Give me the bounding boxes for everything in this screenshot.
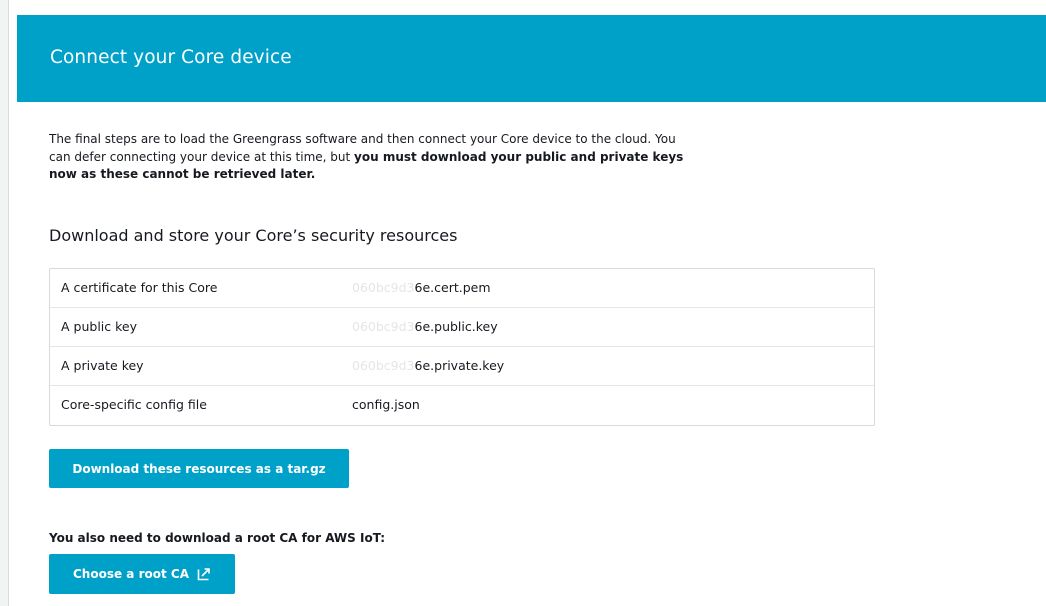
choose-root-ca-label: Choose a root CA bbox=[73, 567, 189, 581]
filename-suffix: 6e.cert.pem bbox=[414, 280, 491, 295]
filename-prefix: 060bc9d3 bbox=[352, 280, 415, 295]
resource-filename: 060bc9d36e.private.key bbox=[352, 358, 504, 373]
download-tar-button-label: Download these resources as a tar.gz bbox=[72, 461, 326, 476]
table-row: A certificate for this Core 060bc9d36e.c… bbox=[50, 269, 874, 308]
page: Connect your Core device The final steps… bbox=[0, 0, 1046, 606]
filename-prefix: 060bc9d3 bbox=[352, 358, 415, 373]
page-title: Connect your Core device bbox=[50, 47, 292, 68]
resource-label: A public key bbox=[61, 319, 137, 334]
resource-label: A certificate for this Core bbox=[61, 280, 218, 295]
filename-suffix: 6e.public.key bbox=[414, 319, 498, 334]
filename-suffix: config.json bbox=[352, 397, 420, 412]
external-link-icon bbox=[197, 567, 211, 581]
left-rail bbox=[0, 0, 9, 606]
security-section-title: Download and store your Core’s security … bbox=[49, 226, 458, 245]
filename-prefix: 060bc9d3 bbox=[352, 319, 415, 334]
page-header: Connect your Core device bbox=[17, 15, 1046, 102]
resource-label: Core-specific config file bbox=[61, 397, 207, 412]
root-ca-note: You also need to download a root CA for … bbox=[49, 531, 386, 545]
table-row: A private key 060bc9d36e.private.key bbox=[50, 347, 874, 386]
security-resources-table: A certificate for this Core 060bc9d36e.c… bbox=[49, 268, 875, 426]
table-row: Core-specific config file config.json bbox=[50, 386, 874, 425]
resource-filename: 060bc9d36e.public.key bbox=[352, 319, 498, 334]
resource-label: A private key bbox=[61, 358, 144, 373]
filename-suffix: 6e.private.key bbox=[414, 358, 505, 373]
table-row: A public key 060bc9d36e.public.key bbox=[50, 308, 874, 347]
intro-paragraph: The final steps are to load the Greengra… bbox=[49, 131, 699, 184]
resource-filename: config.json bbox=[352, 397, 420, 412]
choose-root-ca-button[interactable]: Choose a root CA bbox=[49, 554, 235, 594]
download-tar-button[interactable]: Download these resources as a tar.gz bbox=[49, 449, 349, 488]
resource-filename: 060bc9d36e.cert.pem bbox=[352, 280, 491, 295]
